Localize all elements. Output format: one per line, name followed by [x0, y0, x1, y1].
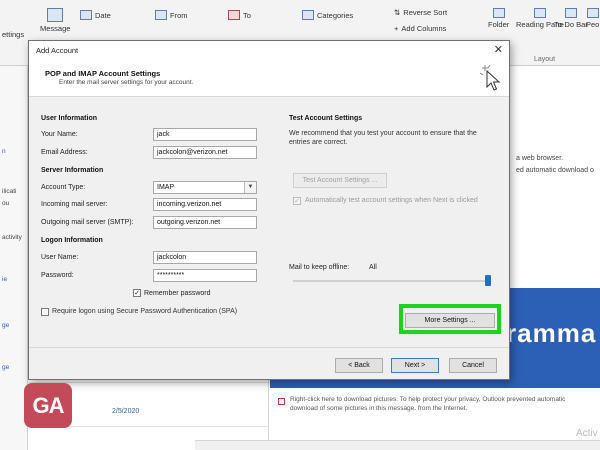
folder-item[interactable]: ie: [2, 276, 7, 283]
folder-pane-button[interactable]: Folder: [488, 8, 509, 29]
outgoing-server-label: Outgoing mail server (SMTP):: [41, 219, 134, 226]
sort-arrows-icon: ⇅: [394, 8, 401, 17]
ga-logo-text: GA: [32, 393, 65, 418]
todo-bar-icon: [564, 8, 577, 18]
ribbon-settings-label: ettings: [2, 30, 24, 39]
next-button[interactable]: Next >: [391, 358, 439, 373]
todo-bar-button[interactable]: To-Do Bar: [554, 8, 588, 29]
folder-item[interactable]: ou: [2, 200, 9, 207]
incoming-server-label: Incoming mail server:: [41, 201, 108, 208]
layout-group-label: Layout: [534, 56, 556, 63]
blocked-picture-icon[interactable]: [278, 398, 285, 405]
sort-categories-button[interactable]: Categories: [302, 10, 353, 20]
message-icon: [47, 8, 64, 22]
person-icon: [155, 10, 167, 20]
mail-offline-slider-thumb[interactable]: [485, 275, 491, 286]
folder-label: Folder: [488, 20, 510, 29]
folder-pane-icon: [492, 8, 505, 18]
password-field[interactable]: **********: [153, 269, 257, 282]
reading-pane-text: ed automatic download o: [516, 167, 594, 174]
highlight-box: [399, 304, 501, 334]
to-icon: [228, 10, 240, 20]
people-icon: [586, 8, 599, 18]
categories-label: Categories: [317, 10, 354, 20]
logon-info-title: Logon Information: [41, 237, 103, 244]
password-label: Password:: [41, 272, 74, 279]
account-type-value: IMAP: [157, 184, 175, 191]
settings-text: ettings: [2, 30, 25, 39]
calendar-icon: [80, 10, 92, 20]
account-type-select[interactable]: IMAP ▼: [153, 181, 257, 194]
user-name-label: User Name:: [41, 254, 79, 261]
user-info-title: User Information: [41, 115, 98, 122]
remember-password-label: Remember password: [144, 290, 211, 297]
your-name-label: Your Name:: [41, 131, 78, 138]
reverse-sort-button[interactable]: ⇅ Reverse Sort: [394, 8, 447, 17]
folder-item[interactable]: ilicati: [2, 188, 16, 195]
mail-offline-label: Mail to keep offline:: [289, 264, 350, 271]
picture-download-notice[interactable]: Right-click here to download pictures. T…: [290, 395, 590, 413]
add-columns-button[interactable]: + Add Columns: [394, 24, 446, 33]
reading-pane-text: a web browser.: [516, 155, 564, 162]
activation-watermark: Activ: [576, 428, 598, 439]
message-date[interactable]: 2/5/2020: [112, 408, 139, 415]
dialog-title: Add Account: [36, 46, 79, 55]
incoming-server-field[interactable]: incoming.verizon.net: [153, 198, 257, 211]
sort-to-button[interactable]: To: [228, 10, 251, 20]
email-address-label: Email Address:: [41, 149, 88, 156]
mail-offline-value: All: [369, 264, 377, 271]
people-pane-button[interactable]: Peo: [586, 8, 599, 29]
dialog-footer: < Back Next > Cancel: [29, 347, 509, 379]
account-type-label: Account Type:: [41, 184, 86, 191]
server-info-title: Server Information: [41, 167, 104, 174]
to-label: To: [243, 10, 251, 20]
banner-text: ramma: [506, 318, 597, 348]
folder-item[interactable]: ge: [2, 364, 9, 371]
auto-test-checkbox[interactable]: ✓: [293, 197, 301, 205]
cancel-button[interactable]: Cancel: [449, 358, 497, 373]
folder-item[interactable]: activity: [2, 234, 22, 241]
sort-date-button[interactable]: Date: [80, 10, 111, 20]
from-label: From: [170, 10, 188, 20]
email-address-field[interactable]: jackcolon@verizon.net: [153, 146, 257, 159]
add-columns-label: Add Columns: [401, 24, 447, 33]
test-account-settings-button[interactable]: Test Account Settings ...: [293, 173, 387, 188]
cursor-sparkle-icon: [479, 64, 501, 91]
ga-logo: GA: [24, 383, 72, 428]
test-settings-description: We recommend that you test your account …: [289, 130, 477, 146]
add-icon: +: [394, 24, 399, 33]
reading-pane-icon: [533, 8, 546, 18]
dialog-header: POP and IMAP Account Settings Enter the …: [29, 59, 509, 97]
spa-label: Require logon using Secure Password Auth…: [52, 308, 238, 315]
remember-password-checkbox[interactable]: ✓: [133, 289, 141, 297]
outgoing-server-field[interactable]: outgoing.verizon.net: [153, 216, 257, 229]
date-label: Date: [95, 10, 111, 20]
user-name-field[interactable]: jackcolon: [153, 251, 257, 264]
header-subtitle: Enter the mail server settings for your …: [59, 79, 194, 86]
add-account-dialog: Add Account ✕ POP and IMAP Account Setti…: [28, 40, 510, 380]
auto-test-label: Automatically test account settings when…: [305, 197, 478, 204]
chevron-down-icon: ▼: [244, 182, 256, 193]
sort-from-button[interactable]: From: [155, 10, 188, 20]
people-label: Peo: [586, 20, 600, 29]
status-strip: [195, 440, 600, 450]
todo-bar-label: To-Do Bar: [554, 20, 588, 29]
close-icon[interactable]: ✕: [494, 43, 503, 56]
folder-item[interactable]: n: [2, 148, 6, 155]
reverse-sort-label: Reverse Sort: [403, 8, 448, 17]
spa-checkbox[interactable]: [41, 308, 49, 316]
categories-icon: [302, 10, 314, 20]
your-name-field[interactable]: jack: [153, 128, 257, 141]
test-settings-title: Test Account Settings: [289, 115, 363, 122]
header-title: POP and IMAP Account Settings: [45, 69, 161, 78]
dialog-titlebar: Add Account ✕: [29, 41, 509, 59]
message-button[interactable]: Message: [40, 8, 70, 33]
message-label: Message: [40, 24, 71, 33]
back-button[interactable]: < Back: [335, 358, 383, 373]
mail-offline-slider-track[interactable]: [293, 280, 489, 282]
folder-item[interactable]: ge: [2, 322, 9, 329]
